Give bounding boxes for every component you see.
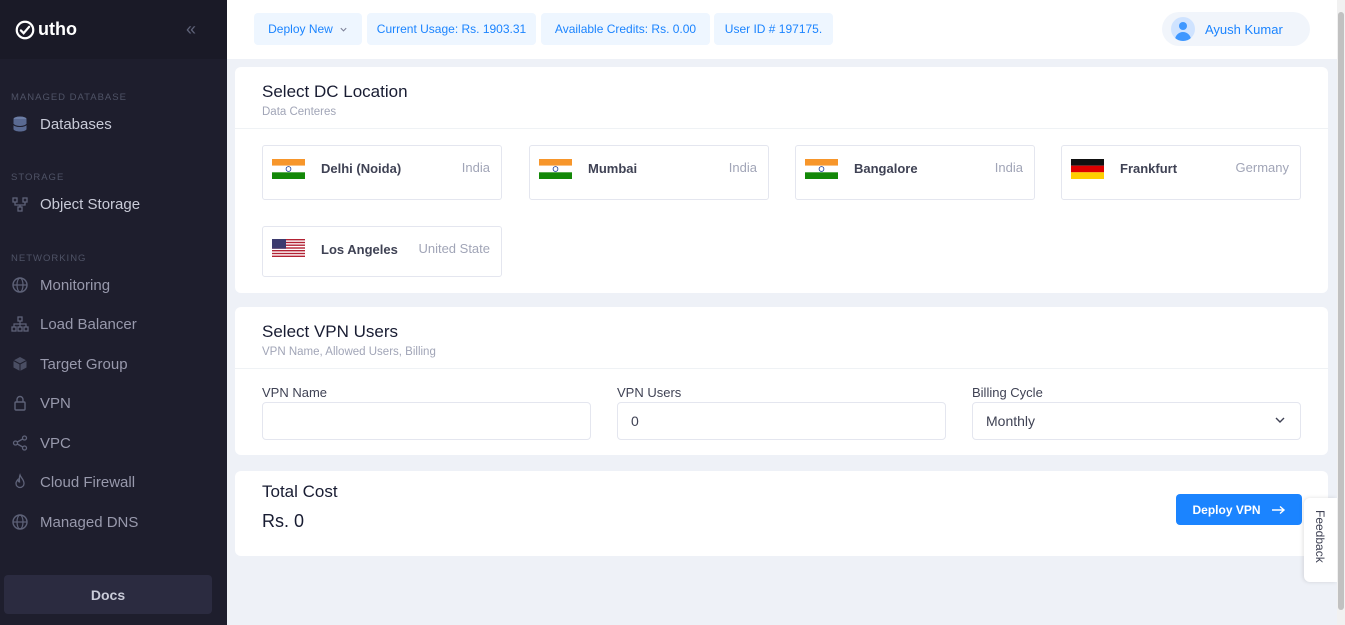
billing-cycle-label: Billing Cycle [972,385,1043,400]
india-flag-icon [539,159,572,179]
total-cost-value: Rs. 0 [262,511,305,531]
location-country: India [461,160,490,175]
sidebar-item-label: Monitoring [40,276,111,294]
usa-flag-icon [272,239,305,257]
scrollbar-thumb[interactable] [1338,12,1344,610]
location-option-bangalore[interactable]: Bangalore India [795,145,1035,200]
deploy-new-label: Deploy New [268,22,333,36]
vpn-users-input[interactable] [617,402,946,440]
sidebar-item-label: Object Storage [40,195,141,213]
user-menu[interactable]: Ayush Kumar [1162,12,1310,46]
location-city: Frankfurt [1120,161,1178,176]
dc-subtitle: Data Centeres [262,106,337,118]
brand-logo[interactable]: utho [14,19,77,41]
location-option-los-angeles[interactable]: Los Angeles United State [262,226,502,277]
top-bar: Deploy New Current Usage: Rs. 1903.31 Av… [227,0,1337,59]
vpn-name-label: VPN Name [262,385,328,400]
sidebar-item-vpn[interactable]: VPN [11,394,71,412]
vpn-subtitle: VPN Name, Allowed Users, Billing [262,346,436,358]
sidebar-item-vpc[interactable]: VPC [11,434,71,452]
deploy-new-dropdown[interactable]: Deploy New [254,13,362,45]
load-balancer-icon [11,316,29,332]
billing-cycle-value: Monthly [986,413,1036,429]
available-credits-chip[interactable]: Available Credits: Rs. 0.00 [541,13,710,45]
location-city: Delhi (Noida) [321,161,402,176]
chevron-down-icon [1275,417,1285,423]
vpn-card-header: Select VPN Users VPN Name, Allowed Users… [235,307,1328,369]
deploy-vpn-label: Deploy VPN [1192,502,1261,517]
billing-cycle-select[interactable]: Monthly [972,402,1301,440]
current-usage-chip[interactable]: Current Usage: Rs. 1903.31 [367,13,536,45]
sidebar-item-label: Managed DNS [40,513,139,531]
brand-name: utho [38,19,77,39]
database-icon [13,116,27,132]
germany-flag-icon [1071,159,1104,179]
location-country: India [728,160,757,175]
sidebar-item-target-group[interactable]: Target Group [11,355,128,373]
location-option-frankfurt[interactable]: Frankfurt Germany [1061,145,1301,200]
sidebar-item-cloud-firewall[interactable]: Cloud Firewall [11,473,135,491]
location-city: Los Angeles [321,242,398,257]
user-name: Ayush Kumar [1205,21,1283,37]
collapse-sidebar-icon[interactable]: « [186,20,196,38]
location-option-delhi[interactable]: Delhi (Noida) India [262,145,502,200]
share-icon [12,435,28,451]
section-title-storage: STORAGE [11,172,65,183]
total-cost-card: Total Cost Rs. 0 Deploy VPN [235,471,1328,556]
check-circle-icon [15,20,35,39]
location-country: United State [418,241,490,256]
sidebar-item-label: Cloud Firewall [40,473,136,491]
vpn-title: Select VPN Users [262,322,399,341]
cube-icon [13,357,27,371]
location-country: India [994,160,1023,175]
feedback-label: Feedback [1313,510,1327,563]
vpn-users-label: VPN Users [617,385,682,400]
globe-icon [12,277,28,293]
dc-card-header: Select DC Location Data Centeres [235,67,1328,129]
vpn-name-input[interactable] [262,402,591,440]
location-city: Bangalore [854,161,918,176]
sidebar-item-managed-dns[interactable]: Managed DNS [11,513,138,531]
deploy-vpn-button[interactable]: Deploy VPN [1176,494,1302,525]
sidebar-item-label: VPN [40,394,71,412]
sidebar-item-load-balancer[interactable]: Load Balancer [11,315,137,333]
india-flag-icon [805,159,838,179]
sidebar: utho « MANAGED DATABASE Databases STORAG… [0,0,227,625]
sidebar-item-object-storage[interactable]: Object Storage [11,195,140,213]
location-country: Germany [1235,160,1289,175]
chevron-down-icon [340,27,347,32]
section-title-managed-database: MANAGED DATABASE [11,92,127,103]
dc-title: Select DC Location [262,82,408,101]
section-title-networking: NETWORKING [11,253,87,264]
sidebar-item-label: VPC [40,434,71,452]
arrow-right-icon [1271,505,1285,514]
sidebar-header: utho « [0,0,227,59]
docs-button[interactable]: Docs [4,575,212,614]
avatar [1171,17,1195,41]
vpn-users-card: Select VPN Users VPN Name, Allowed Users… [235,307,1328,455]
sidebar-item-label: Load Balancer [40,315,137,333]
dc-location-card: Select DC Location Data Centeres Delhi (… [235,67,1328,293]
object-storage-icon [12,197,28,212]
total-cost-title: Total Cost [262,482,338,501]
india-flag-icon [272,159,305,179]
lock-icon [14,395,26,411]
user-id-chip[interactable]: User ID # 197175. [714,13,833,45]
sidebar-item-monitoring[interactable]: Monitoring [11,276,110,294]
sidebar-item-label: Target Group [40,355,128,373]
fire-icon [15,473,25,489]
location-city: Mumbai [588,161,638,176]
sidebar-item-label: Databases [40,115,112,133]
globe-icon [12,514,28,530]
sidebar-item-databases[interactable]: Databases [11,115,112,133]
location-option-mumbai[interactable]: Mumbai India [529,145,769,200]
feedback-tab[interactable]: Feedback [1304,498,1337,582]
